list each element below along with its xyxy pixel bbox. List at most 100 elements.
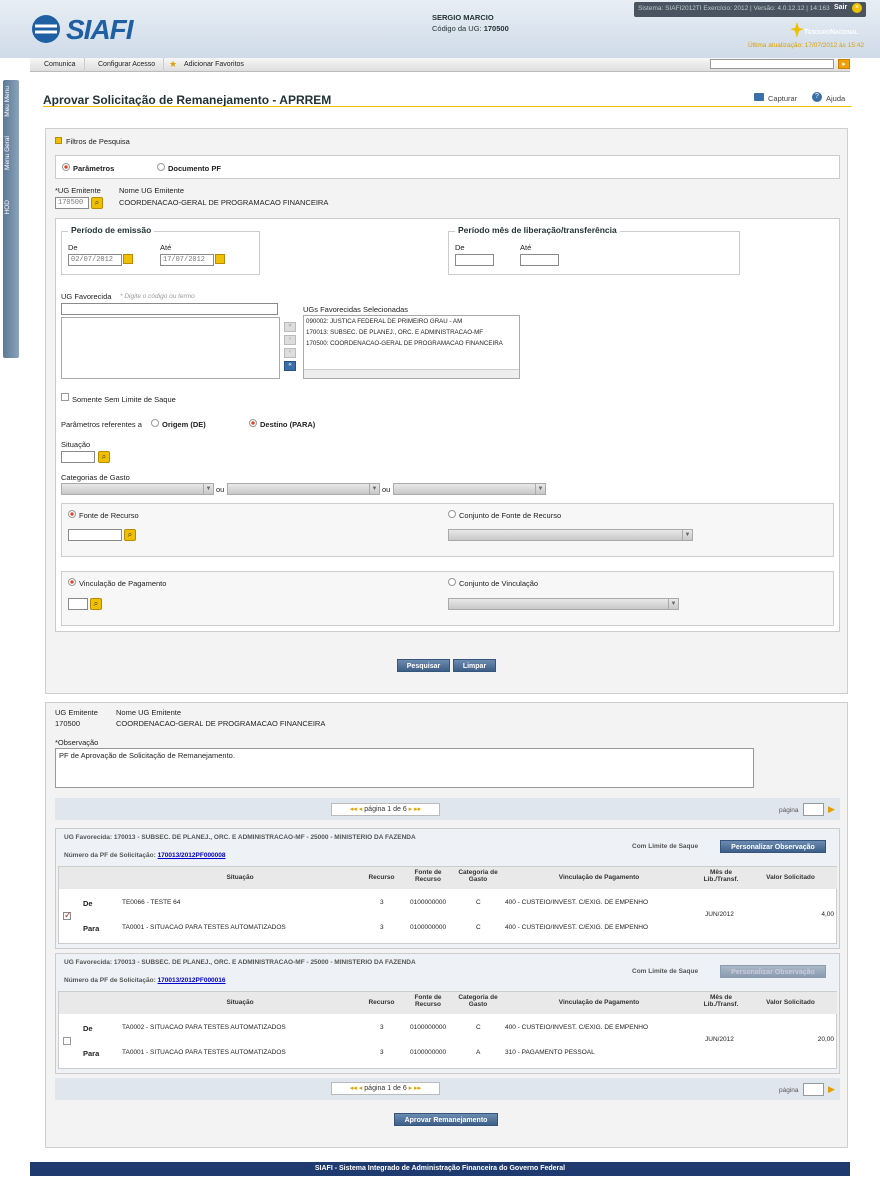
pager-top[interactable]: ◂◂ ◂ página 1 de 6 ▸ ▸▸ [331, 803, 440, 816]
tesouro-star-icon [790, 22, 804, 38]
pesquisar-button[interactable]: Pesquisar [397, 659, 450, 672]
vinculacao-search-icon[interactable]: ⌕ [90, 598, 102, 610]
row-categoria: A [476, 1049, 481, 1056]
personalizar-observacao-button[interactable]: Personalizar Observação [720, 965, 826, 978]
row-recurso: 3 [380, 1049, 384, 1056]
ug-favorecida-list[interactable] [61, 317, 280, 379]
ugs-selecionadas-list[interactable]: 090002: JUSTICA FEDERAL DE PRIMEIRO GRAU… [303, 315, 520, 379]
pagina-input[interactable] [803, 803, 824, 816]
fonte-recurso-input[interactable] [68, 529, 122, 541]
nome-ug-value: COORDENACAO-GERAL DE PROGRAMACAO FINANCE… [119, 198, 329, 207]
ug-emitente-search-icon[interactable]: ⌕ [91, 197, 103, 209]
situacao-input[interactable] [61, 451, 95, 463]
col-mes: Mês de Lib./Transf. [697, 869, 745, 883]
calendar-icon[interactable] [123, 254, 133, 264]
horizontal-scrollbar[interactable] [304, 369, 519, 378]
go-page-icon[interactable]: ▶ [828, 804, 835, 815]
list-item[interactable]: 170013: SUBSEC. DE PLANEJ., ORC. E ADMIN… [306, 329, 483, 336]
col-valor: Valor Solicitado [748, 999, 833, 1006]
row-situacao: TA0002 - SITUACAO PARA TESTES AUTOMATIZA… [122, 1024, 286, 1031]
result-ug-label: UG Emitente [55, 708, 98, 717]
nav-go-button[interactable]: ▸ [838, 59, 850, 69]
move-left-icon[interactable]: ‹ [284, 348, 296, 358]
ate-date-input[interactable]: 17/07/2012 [160, 254, 214, 266]
categoria-select-2[interactable]: ▼ [227, 483, 380, 495]
close-icon[interactable]: × [852, 3, 862, 13]
limpar-button[interactable]: Limpar [453, 659, 496, 672]
documento-pf-radio[interactable] [157, 163, 165, 171]
situacao-search-icon[interactable]: ⌕ [98, 451, 110, 463]
help-icon[interactable]: ? [812, 92, 822, 102]
ug-favorecida-input[interactable] [61, 303, 278, 315]
row-recurso: 3 [380, 924, 384, 931]
destino-radio[interactable] [249, 419, 257, 427]
conjunto-fonte-radio[interactable] [448, 510, 456, 518]
move-right-icon[interactable]: › [284, 335, 296, 345]
pf-link[interactable]: 170013/2012PF000016 [158, 977, 226, 984]
ug-emitente-input[interactable]: 170500 [55, 197, 89, 209]
row-situacao: TA0001 - SITUACAO PARA TESTES AUTOMATIZA… [122, 1049, 286, 1056]
situacao-label: Situação [61, 440, 91, 449]
col-valor: Valor Solicitado [748, 874, 833, 881]
mes-ate-input[interactable] [520, 254, 559, 266]
camera-icon[interactable] [754, 93, 764, 101]
origem-radio[interactable] [151, 419, 159, 427]
logout-button[interactable]: Sair [834, 4, 847, 11]
nav-adicionar-favoritos[interactable]: Adicionar Favoritos [176, 58, 252, 72]
col-vinculacao: Vinculação de Pagamento [502, 999, 696, 1006]
side-menu-geral[interactable]: Menu Geral [4, 136, 11, 170]
somente-sem-limite-label: Somente Sem Limite de Saque [72, 395, 176, 404]
col-fonte: Fonte de Recurso [405, 994, 451, 1008]
row-vinculacao: 310 - PAGAMENTO PESSOAL [505, 1049, 595, 1056]
ate-label: Até [160, 243, 172, 252]
parametros-radio[interactable] [62, 163, 70, 171]
filter-toggle-icon[interactable] [55, 137, 62, 144]
move-all-left-icon[interactable]: « [284, 361, 296, 371]
page-title: Aprovar Solicitação de Remanejamento - A… [43, 93, 332, 107]
row-tipo: De [83, 899, 93, 908]
side-meu-menu[interactable]: Meu Menu [4, 86, 11, 117]
categoria-select-1[interactable]: ▼ [61, 483, 214, 495]
capturar-link[interactable]: Capturar [768, 94, 797, 103]
somente-sem-limite-checkbox[interactable] [61, 393, 69, 401]
fonte-recurso-radio[interactable] [68, 510, 76, 518]
observacao-textarea[interactable]: PF de Aprovação de Solicitação de Remane… [55, 748, 754, 788]
conjunto-vinculacao-select[interactable]: ▼ [448, 598, 679, 610]
row-checkbox[interactable]: ✓ [63, 910, 72, 920]
list-item[interactable]: 090002: JUSTICA FEDERAL DE PRIMEIRO GRAU… [306, 318, 462, 325]
origem-label: Origem (DE) [162, 420, 206, 429]
nav-search-input[interactable] [710, 59, 834, 69]
calendar-icon[interactable] [215, 254, 225, 264]
user-ug: Código da UG: 170500 [432, 24, 509, 33]
fonte-search-icon[interactable]: ⌕ [124, 529, 136, 541]
logo-text: SIAFI [66, 14, 134, 45]
personalizar-observacao-button[interactable]: Personalizar Observação [720, 840, 826, 853]
vinculacao-input[interactable] [68, 598, 88, 610]
aprovar-remanejamento-button[interactable]: Aprovar Remanejamento [394, 1113, 498, 1126]
move-all-right-icon[interactable]: » [284, 322, 296, 332]
ug-emitente-label: *UG Emitente [55, 186, 101, 195]
conjunto-vinculacao-radio[interactable] [448, 578, 456, 586]
pf-link[interactable]: 170013/2012PF000008 [158, 852, 226, 859]
de-date-input[interactable]: 02/07/2012 [68, 254, 122, 266]
nav-comunica[interactable]: Comunica [36, 58, 85, 72]
categoria-select-3[interactable]: ▼ [393, 483, 546, 495]
parametros-label: Parâmetros [73, 164, 115, 173]
list-item[interactable]: 170500: COORDENACAO-GERAL DE PROGRAMACAO… [306, 340, 503, 347]
pagina-input[interactable] [803, 1083, 824, 1096]
pager-bottom[interactable]: ◂◂ ◂ página 1 de 6 ▸ ▸▸ [331, 1082, 440, 1095]
mes-de-input[interactable] [455, 254, 494, 266]
nav-configurar-acesso[interactable]: Configurar Acesso [90, 58, 165, 72]
vinculacao-radio[interactable] [68, 578, 76, 586]
row-checkbox[interactable] [63, 1037, 71, 1045]
ug-favorecida-hint: * Digite o código ou termo [120, 293, 195, 300]
row-vinculacao: 400 - CUSTEIO/INVEST. C/EXIG. DE EMPENHO [505, 1024, 649, 1031]
periodo-mes-fieldset [448, 231, 740, 275]
go-page-icon[interactable]: ▶ [828, 1084, 835, 1095]
destino-label: Destino (PARA) [260, 420, 316, 429]
row-categoria: C [476, 1024, 481, 1031]
conjunto-fonte-select[interactable]: ▼ [448, 529, 693, 541]
side-hod[interactable]: HOD [4, 200, 11, 214]
row-situacao: TA0001 - SITUACAO PARA TESTES AUTOMATIZA… [122, 924, 286, 931]
ajuda-link[interactable]: Ajuda [826, 94, 845, 103]
